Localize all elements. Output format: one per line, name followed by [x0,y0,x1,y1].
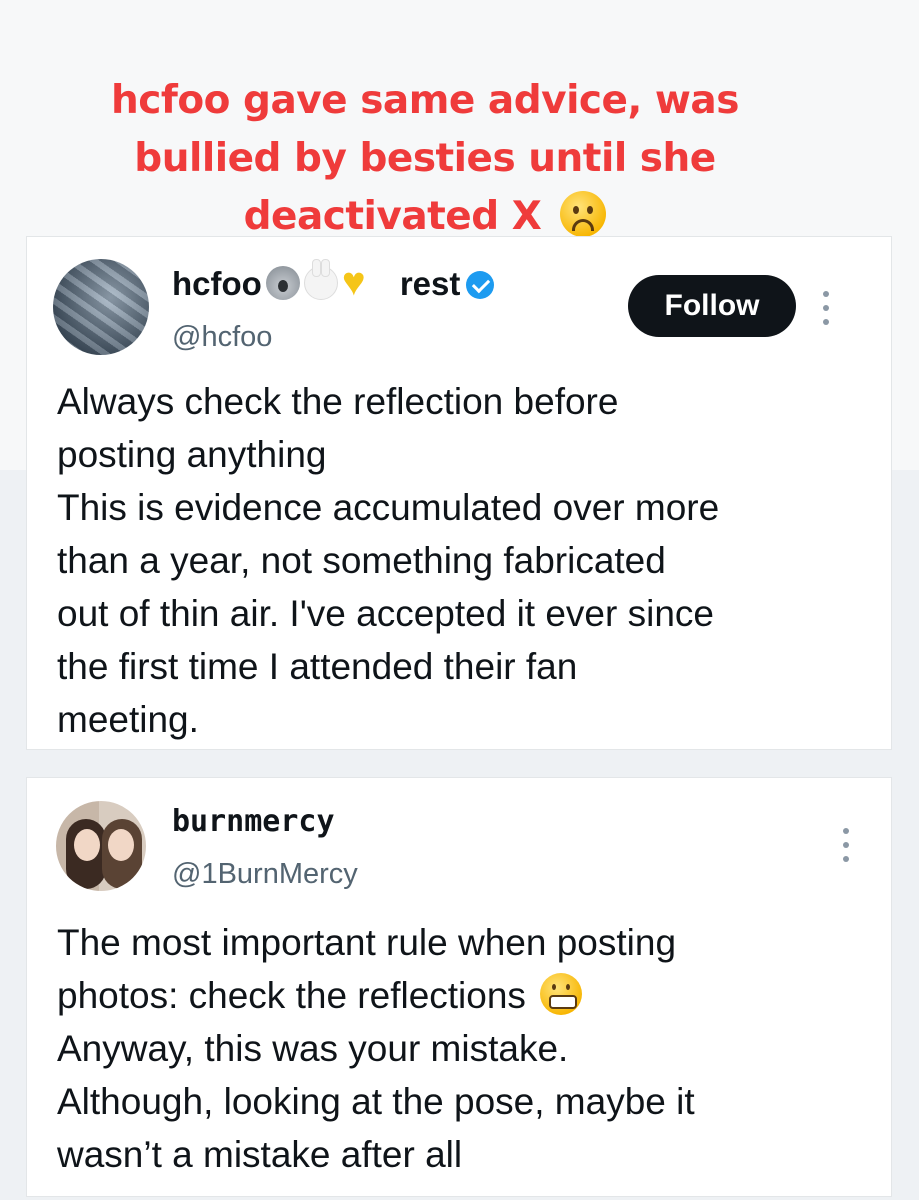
tweet-text-line-content: photos: check the reflections [57,975,526,1016]
tweet-card[interactable]: hcfoo rest @hcfoo Follow Always check the… [26,236,892,750]
display-name[interactable]: burnmercy [172,804,335,839]
tweet-text: Always check the reflection before posti… [57,375,877,746]
tweet-text-line: Always check the reflection before [57,381,619,422]
tweet-text-line: meeting. [57,699,199,740]
yellow-heart-icon [342,262,372,302]
tweet-text-line: Although, looking at the pose, maybe it [57,1081,695,1122]
tweet-text-line: The most important rule when posting [57,922,677,963]
tweet-text-line: the first time I attended their fan [57,646,578,687]
tweet-card[interactable]: burnmercy @1BurnMercy The most important… [26,777,892,1197]
tweet-text-line: wasn’t a mistake after all [57,1134,463,1175]
more-options-icon[interactable] [823,291,829,325]
headline-line-text: deactivated X [243,194,542,239]
tweet-text-line: photos: check the reflections [57,969,877,1022]
koala-icon [265,266,300,300]
headline-line: bullied by besties until she [134,136,716,181]
tweet-text-line: than a year, not something fabricated [57,540,666,581]
tweet-text-line: Anyway, this was your mistake. [57,1028,569,1069]
frowning-face-icon [560,191,607,237]
handle[interactable]: @1BurnMercy [172,858,358,891]
headline-line: hcfoo gave same advice, was [111,78,739,123]
more-options-icon[interactable] [843,828,849,862]
display-name[interactable]: hcfoo rest [172,259,495,303]
headline: hcfoo gave same advice, was bullied by b… [0,72,850,246]
tweet-text: The most important rule when posting pho… [57,916,877,1181]
display-name-suffix: rest [399,265,461,302]
avatar[interactable] [53,259,149,355]
display-name-text: hcfoo [172,265,262,302]
rabbit-face-icon [303,259,338,300]
tweet-text-line: posting anything [57,434,327,475]
follow-button[interactable]: Follow [628,275,796,337]
tweet-text-line: This is evidence accumulated over more [57,487,720,528]
verified-badge-icon [466,271,495,299]
tweet-text-line: out of thin air. I've accepted it ever s… [57,593,714,634]
handle[interactable]: @hcfoo [172,321,272,354]
avatar[interactable] [53,798,149,894]
grimacing-face-icon [540,973,583,1015]
